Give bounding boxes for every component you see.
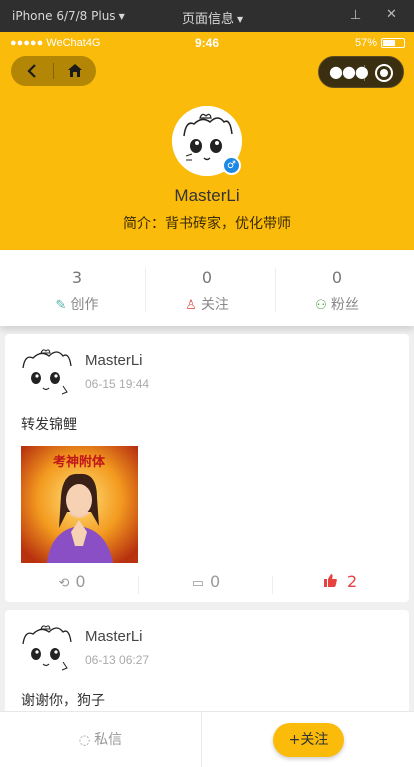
share-icon: ⟲ — [58, 576, 70, 591]
close-miniprogram-button[interactable] — [375, 64, 393, 82]
post-card[interactable]: MasterLi 06-13 06:27 谢谢你，狗子 — [5, 610, 409, 720]
nav-pill — [11, 56, 96, 86]
dropdown-icon: ▼ — [118, 12, 125, 21]
chat-bubble-icon: ◌ — [78, 733, 91, 748]
followers-count: 0 — [331, 268, 343, 287]
comment-icon: ▭ — [191, 576, 205, 591]
user-icon: ♙ — [185, 298, 197, 313]
carrier-label: ●●●●● WeChat4G — [10, 37, 101, 49]
post-actions: ⟲ 0 ▭ 0 2 — [5, 572, 409, 598]
dropdown-icon: ▼ — [237, 15, 244, 24]
forward-button[interactable]: ⟲ 0 — [5, 572, 139, 598]
author-avatar[interactable] — [19, 620, 75, 676]
comment-button[interactable]: ▭ 0 — [139, 572, 273, 598]
bottom-action-bar: ◌ 私信 +关注 — [0, 711, 414, 767]
back-button[interactable] — [11, 56, 53, 86]
stat-following[interactable]: 0 ♙ 关注 — [138, 250, 276, 326]
author-name[interactable]: MasterLi — [85, 352, 143, 369]
device-selector[interactable]: iPhone 6/7/8 Plus ▼ — [12, 9, 125, 23]
post-text: 转发锦鲤 — [21, 417, 77, 433]
battery-icon — [381, 38, 405, 48]
mute-icon[interactable]: ✕ — [386, 7, 397, 22]
devtools-bar: iPhone 6/7/8 Plus ▼ 页面信息 ▼ ⊥ ✕ — [0, 0, 414, 32]
profile-name: MasterLi — [174, 186, 240, 205]
stats-bar: 3 ✎ 创作 0 ♙ 关注 0 ⚇ 粉丝 — [0, 250, 414, 326]
stat-followers[interactable]: 0 ⚇ 粉丝 — [268, 250, 406, 326]
follow-button[interactable]: +关注 — [273, 723, 344, 757]
stat-works[interactable]: 3 ✎ 创作 — [8, 250, 146, 326]
comment-count: 0 — [210, 572, 221, 591]
male-icon: ♂ — [222, 156, 241, 175]
pencil-icon: ✎ — [55, 298, 67, 313]
page-info-menu[interactable]: 页面信息 ▼ — [182, 8, 243, 27]
image-caption: 考神附体 — [53, 454, 106, 470]
post-card[interactable]: MasterLi 06-15 19:44 转发锦鲤 考神附体 ⟲ 0 ▭ 0 2 — [5, 334, 409, 602]
cat-avatar-icon — [22, 625, 72, 671]
works-count: 3 — [71, 268, 83, 287]
clock: 9:46 — [195, 36, 220, 50]
cat-avatar-icon — [22, 349, 72, 395]
works-label: 创作 — [70, 297, 99, 313]
home-icon — [68, 64, 82, 77]
author-name[interactable]: MasterLi — [85, 628, 143, 645]
users-icon: ⚇ — [315, 298, 327, 313]
private-message-label: 私信 — [94, 732, 123, 748]
battery-percent: 57% — [355, 37, 378, 49]
followers-label: 粉丝 — [330, 297, 359, 313]
author-avatar[interactable] — [19, 344, 75, 400]
post-date: 06-13 06:27 — [85, 653, 150, 667]
like-count: 2 — [346, 572, 358, 591]
chevron-left-icon — [27, 64, 36, 78]
status-bar: ●●●●● WeChat4G 9:46 57% — [0, 32, 414, 54]
miniprogram-capsule: ●●● — [318, 56, 404, 88]
profile-bio: 简介：背书砖家，优化带师 — [123, 216, 291, 232]
post-text: 谢谢你，狗子 — [21, 693, 105, 709]
thumbs-up-icon — [323, 574, 341, 591]
following-label: 关注 — [200, 297, 229, 313]
like-button[interactable]: 2 — [273, 572, 407, 598]
more-menu-button[interactable]: ●●● — [329, 62, 369, 81]
post-image[interactable]: 考神附体 — [21, 446, 138, 563]
following-count: 0 — [201, 268, 213, 287]
pin-icon[interactable]: ⊥ — [350, 8, 361, 23]
home-button[interactable] — [54, 56, 96, 86]
forward-count: 0 — [75, 572, 86, 591]
post-photo: 考神附体 — [21, 446, 138, 563]
post-date: 06-15 19:44 — [85, 377, 150, 391]
private-message-button[interactable]: ◌ 私信 — [0, 712, 201, 767]
